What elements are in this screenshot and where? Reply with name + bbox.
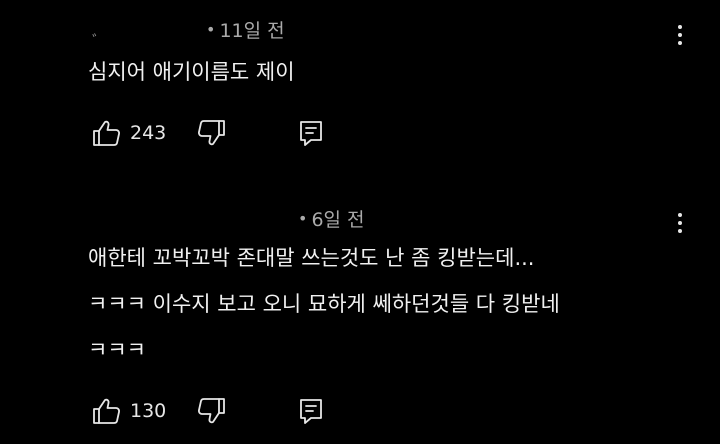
comment-text-line: ㅋㅋㅋ: [88, 338, 146, 362]
comment-meta: • 6일 전: [298, 205, 365, 232]
comment-actions: 243: [92, 118, 324, 148]
like-count: 130: [130, 400, 167, 422]
comment-timestamp[interactable]: 6일 전: [311, 209, 364, 231]
reply-button[interactable]: [298, 397, 324, 425]
comment-meta: • 11일 전: [206, 16, 285, 43]
comment-timestamp[interactable]: 11일 전: [219, 20, 284, 42]
thumbs-up-icon: [93, 120, 120, 146]
like-button[interactable]: [92, 119, 122, 147]
meta-separator-dot: •: [298, 209, 308, 228]
comment-text-line: ㅋㅋㅋ 이수지 보고 오니 묘하게 쎄하던것들 다 킹받네: [88, 292, 560, 316]
comment-menu-button[interactable]: [668, 208, 692, 238]
comment-author-masked: ﾞ: [92, 32, 101, 51]
comment-text-line: 애한테 꼬박꼬박 존대말 쓰는것도 난 좀 킹받는데...: [88, 246, 535, 270]
thumbs-down-icon: [198, 120, 226, 146]
thumbs-up-icon: [93, 398, 120, 424]
meta-separator-dot: •: [206, 20, 216, 39]
comment-menu-button[interactable]: [668, 20, 692, 50]
more-vertical-icon: [678, 25, 682, 29]
more-vertical-icon: [678, 213, 682, 217]
comment-text-line: 심지어 애기이름도 제이: [88, 60, 295, 84]
dislike-button[interactable]: [196, 397, 226, 425]
like-count: 243: [130, 122, 167, 144]
reply-icon: [300, 121, 323, 146]
reply-button[interactable]: [298, 119, 324, 147]
thumbs-down-icon: [198, 398, 226, 424]
reply-icon: [300, 399, 323, 424]
like-button[interactable]: [92, 397, 122, 425]
dislike-button[interactable]: [196, 119, 226, 147]
comment-actions: 130: [92, 396, 324, 426]
